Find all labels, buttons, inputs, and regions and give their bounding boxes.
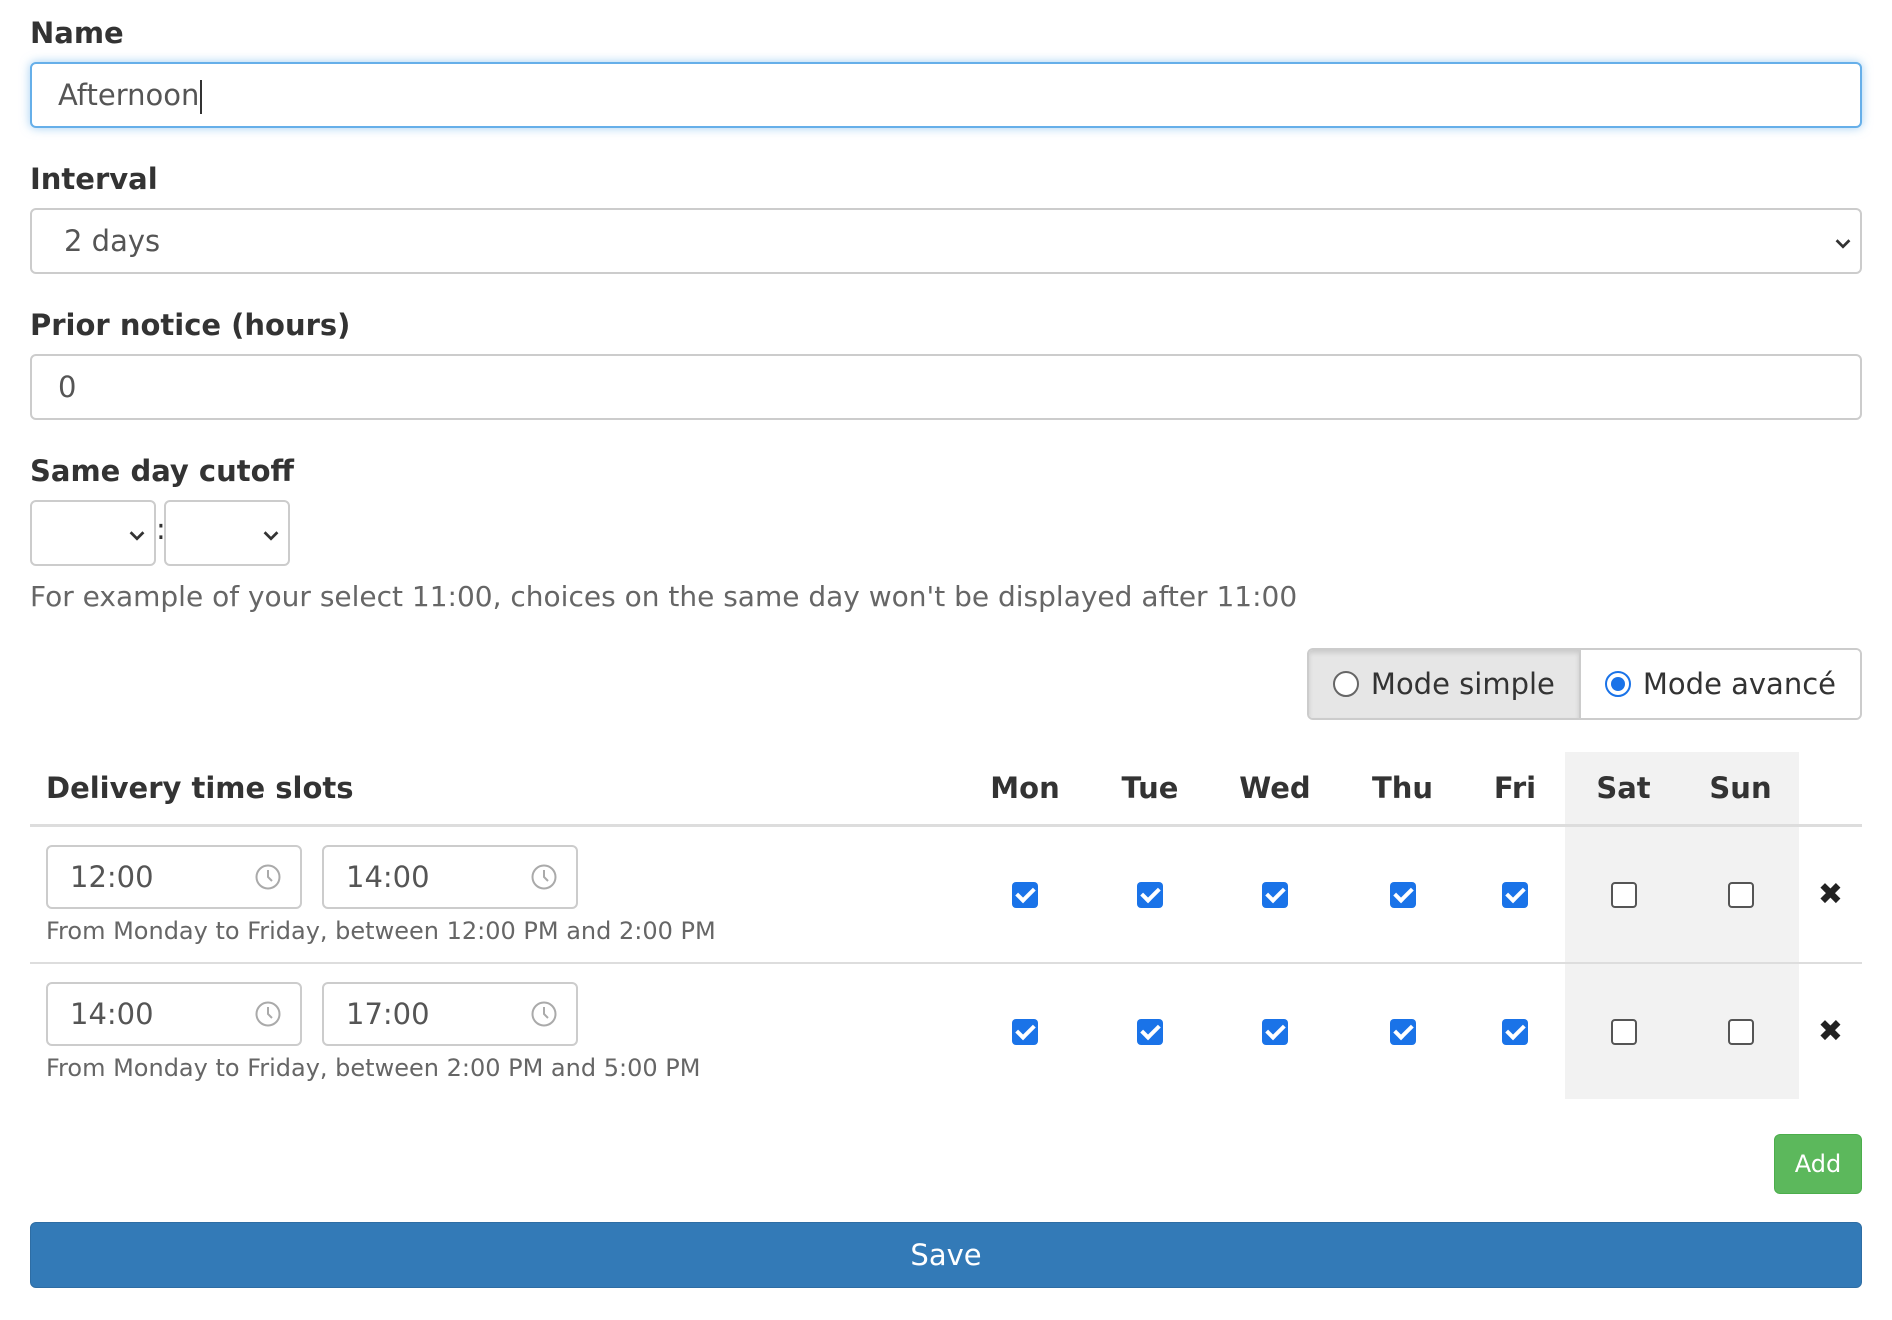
slot-start-time-value: 14:00 xyxy=(70,996,154,1031)
interval-select[interactable]: 2 days xyxy=(30,208,1862,274)
day-cell xyxy=(960,963,1090,1099)
mode-simple-option[interactable]: Mode simple xyxy=(1308,650,1581,718)
cutoff-label: Same day cutoff xyxy=(30,454,294,488)
chevron-down-icon xyxy=(263,531,279,541)
slot-end-time-value: 17:00 xyxy=(346,996,430,1031)
day-cell xyxy=(1682,963,1799,1099)
slot-end-time-input[interactable]: 14:00 xyxy=(322,844,578,909)
delete-slot-icon[interactable]: ✖ xyxy=(1818,1014,1843,1049)
slot-start-time-input[interactable]: 14:00 xyxy=(46,981,302,1046)
day-header-sat: Sat xyxy=(1565,752,1682,827)
day-cell xyxy=(1565,825,1682,964)
delivery-slot-form-page: Name Afternoon Interval 2 days Prior not… xyxy=(0,0,1892,1320)
day-checkbox-thu[interactable] xyxy=(1389,1018,1416,1045)
day-checkbox-wed[interactable] xyxy=(1262,881,1288,908)
day-cell xyxy=(1682,825,1799,964)
interval-label: Interval xyxy=(30,162,158,196)
mode-toggle-group: Mode simple Mode avancé xyxy=(1306,648,1862,720)
add-slot-button[interactable]: Add xyxy=(1774,1134,1862,1194)
slot-help-text: From Monday to Friday, between 12:00 PM … xyxy=(46,916,716,945)
slot-time-cell: 14:00 17:00 From Monday to Friday, betwe… xyxy=(30,963,960,1099)
text-caret xyxy=(200,80,203,114)
day-header-fri: Fri xyxy=(1465,752,1565,827)
table-row: 14:00 17:00 From Monday to Friday, betwe… xyxy=(30,963,1862,1099)
day-cell xyxy=(1340,825,1465,964)
chevron-down-icon xyxy=(129,531,145,541)
delivery-slots-table: Delivery time slots Mon Tue Wed Thu Fri … xyxy=(30,752,1862,1099)
day-header-mon: Mon xyxy=(960,752,1090,827)
prior-notice-value: 0 xyxy=(58,370,77,404)
slot-start-time-value: 12:00 xyxy=(70,859,154,894)
day-checkbox-mon[interactable] xyxy=(1012,1018,1038,1045)
slots-title: Delivery time slots xyxy=(30,752,960,827)
interval-select-value: 2 days xyxy=(64,224,161,258)
mode-advanced-radio[interactable] xyxy=(1604,671,1631,697)
day-header-sun: Sun xyxy=(1682,752,1799,827)
day-checkbox-sat[interactable] xyxy=(1610,1018,1637,1045)
day-checkbox-sun[interactable] xyxy=(1727,881,1754,908)
day-cell xyxy=(1340,963,1465,1099)
delete-cell: ✖ xyxy=(1799,963,1862,1099)
mode-advanced-option[interactable]: Mode avancé xyxy=(1580,650,1860,718)
day-checkbox-wed[interactable] xyxy=(1262,1018,1288,1045)
day-cell xyxy=(960,825,1090,964)
day-checkbox-tue[interactable] xyxy=(1137,881,1163,908)
day-checkbox-mon[interactable] xyxy=(1012,881,1038,908)
mode-advanced-label: Mode avancé xyxy=(1642,667,1836,701)
cutoff-hour-select[interactable] xyxy=(30,500,156,566)
day-header-thu: Thu xyxy=(1340,752,1465,827)
name-input[interactable]: Afternoon xyxy=(30,62,1862,128)
table-header-row: Delivery time slots Mon Tue Wed Thu Fri … xyxy=(30,752,1862,827)
day-header-tue: Tue xyxy=(1090,752,1210,827)
clock-icon xyxy=(255,1001,281,1026)
day-cell xyxy=(1090,963,1210,1099)
day-checkbox-tue[interactable] xyxy=(1137,1018,1163,1045)
day-checkbox-thu[interactable] xyxy=(1389,881,1416,908)
mode-simple-radio[interactable] xyxy=(1332,671,1359,697)
day-checkbox-fri[interactable] xyxy=(1502,1018,1528,1045)
slot-end-time-input[interactable]: 17:00 xyxy=(322,981,578,1046)
table-row: 12:00 14:00 From Monday to Friday, betwe… xyxy=(30,825,1862,964)
day-cell xyxy=(1565,963,1682,1099)
name-label: Name xyxy=(30,16,124,50)
clock-icon xyxy=(531,1001,557,1026)
day-cell xyxy=(1465,963,1565,1099)
clock-icon xyxy=(531,864,557,889)
slot-start-time-input[interactable]: 12:00 xyxy=(46,844,302,909)
day-checkbox-sun[interactable] xyxy=(1727,1018,1754,1045)
delete-cell: ✖ xyxy=(1799,825,1862,964)
slot-time-cell: 12:00 14:00 From Monday to Friday, betwe… xyxy=(30,825,960,964)
day-header-wed: Wed xyxy=(1210,752,1340,827)
mode-simple-label: Mode simple xyxy=(1370,667,1555,701)
day-checkbox-sat[interactable] xyxy=(1610,881,1637,908)
day-cell xyxy=(1090,825,1210,964)
prior-notice-input[interactable]: 0 xyxy=(30,354,1862,420)
delete-slot-icon[interactable]: ✖ xyxy=(1818,877,1843,912)
cutoff-help-text: For example of your select 11:00, choice… xyxy=(30,580,1298,613)
slot-help-text: From Monday to Friday, between 2:00 PM a… xyxy=(46,1053,701,1082)
clock-icon xyxy=(255,864,281,889)
name-input-value: Afternoon xyxy=(58,78,200,112)
day-cell xyxy=(1210,963,1340,1099)
day-checkbox-fri[interactable] xyxy=(1502,881,1528,908)
delete-header xyxy=(1799,752,1862,827)
cutoff-minute-select[interactable] xyxy=(164,500,290,566)
day-cell xyxy=(1210,825,1340,964)
chevron-down-icon xyxy=(1835,239,1851,249)
save-button[interactable]: Save xyxy=(30,1222,1862,1288)
prior-notice-label: Prior notice (hours) xyxy=(30,308,351,342)
day-cell xyxy=(1465,825,1565,964)
slot-end-time-value: 14:00 xyxy=(346,859,430,894)
